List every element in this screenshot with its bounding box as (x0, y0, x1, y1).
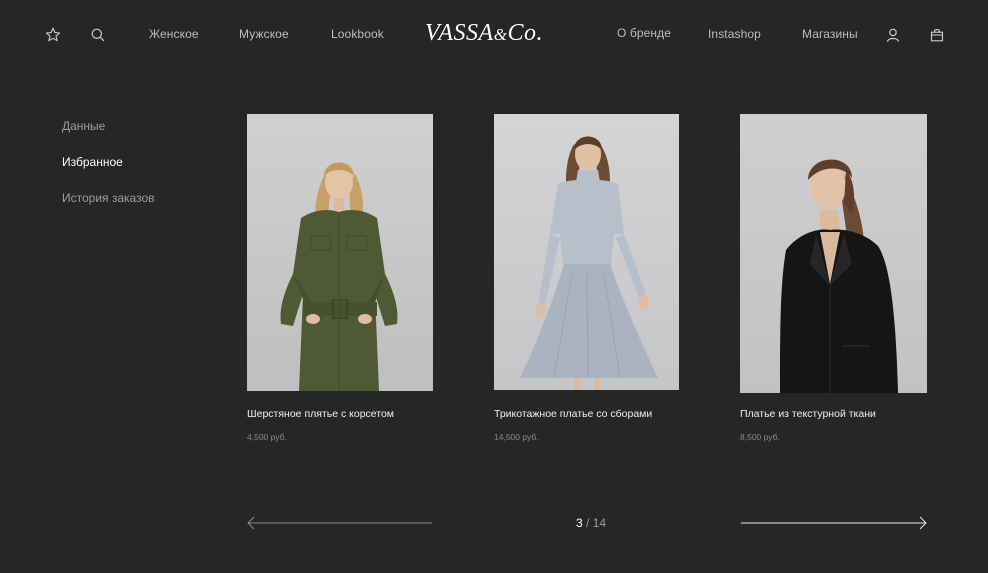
nav-lookbook[interactable]: Lookbook (331, 27, 384, 41)
next-arrow[interactable] (740, 514, 929, 532)
site-header: Женское Мужское Lookbook VASSA&Co. О бре… (0, 0, 988, 70)
product-price: 8,500 руб. (740, 432, 780, 442)
pagination-separator: / (586, 516, 590, 530)
nav-women[interactable]: Женское (149, 27, 199, 41)
shopping-bag-icon[interactable] (928, 26, 946, 44)
product-price: 4,500 руб. (247, 432, 287, 442)
product-photo[interactable] (247, 114, 433, 391)
search-icon[interactable] (89, 26, 107, 44)
nav-instashop[interactable]: Instashop (708, 27, 761, 41)
sidebar-item-data[interactable]: Данные (62, 119, 105, 133)
sidebar-item-favorites[interactable]: Избранное (62, 155, 123, 169)
nav-about[interactable]: О бренде (617, 26, 671, 40)
product-price: 14,500 руб. (494, 432, 539, 442)
brand-suffix: Co. (507, 20, 543, 46)
brand-amp: & (493, 25, 508, 44)
product-name[interactable]: Шерстяное плятье с корсетом (247, 408, 394, 420)
pagination-current: 3 (576, 516, 583, 530)
product-name[interactable]: Трикотажное платье со сборами (494, 408, 652, 420)
product-photo[interactable] (494, 114, 679, 390)
user-icon[interactable] (884, 26, 902, 44)
product-name[interactable]: Платье из текстурной ткани (740, 408, 876, 420)
brand-logo[interactable]: VASSA&Co. (425, 20, 543, 47)
sidebar-item-order-history[interactable]: История заказов (62, 191, 155, 205)
pagination-total: 14 (592, 516, 607, 530)
previous-arrow[interactable] (246, 514, 434, 532)
pagination-counter: 3 / 14 (576, 516, 606, 530)
star-icon[interactable] (44, 26, 62, 44)
brand-name: VASSA (425, 20, 494, 46)
nav-stores[interactable]: Магазины (802, 27, 858, 41)
nav-men[interactable]: Мужское (239, 27, 289, 41)
product-photo[interactable] (740, 114, 927, 393)
